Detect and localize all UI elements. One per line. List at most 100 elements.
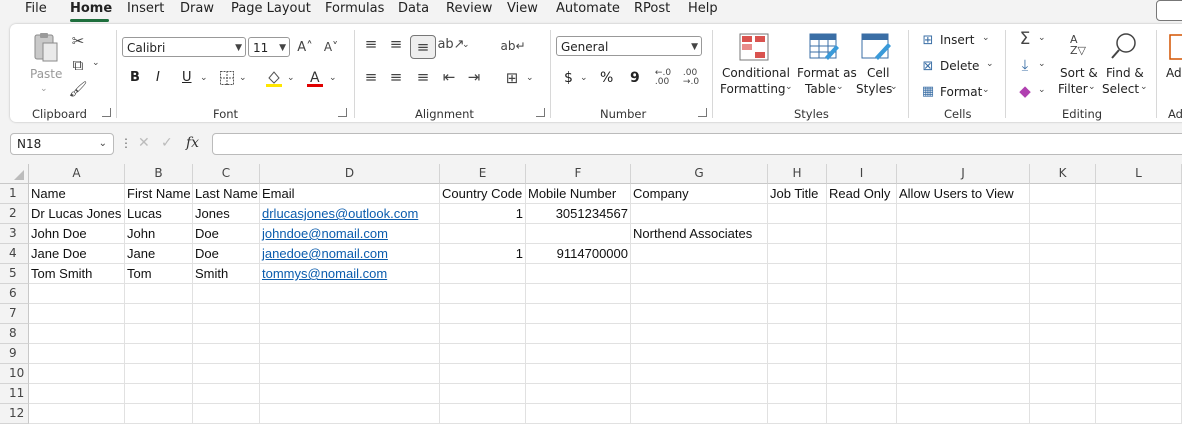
row-header-1[interactable]: 1: [0, 184, 29, 204]
column-header-l[interactable]: L: [1096, 164, 1182, 184]
add-ins-button[interactable]: Ad: [1166, 65, 1182, 81]
sort-filter-dropdown-icon[interactable]: ⌄: [1088, 82, 1096, 92]
select-all-button[interactable]: [0, 164, 29, 184]
cell-j11[interactable]: [897, 384, 1030, 404]
cell-i4[interactable]: [827, 244, 897, 264]
cell-l12[interactable]: [1096, 404, 1182, 424]
cell-a7[interactable]: [29, 304, 125, 324]
cell-e12[interactable]: [440, 404, 526, 424]
cell-i11[interactable]: [827, 384, 897, 404]
menu-review[interactable]: Review: [446, 1, 492, 16]
find-select-label-1[interactable]: Find &: [1106, 65, 1144, 81]
font-launcher-icon[interactable]: [338, 108, 347, 117]
menu-data[interactable]: Data: [398, 1, 429, 16]
column-header-d[interactable]: D: [260, 164, 440, 184]
format-cells-icon[interactable]: ▦: [920, 83, 936, 99]
increase-decimal-icon[interactable]: ←.0.00: [652, 68, 674, 88]
cell-h7[interactable]: [768, 304, 827, 324]
copy-icon[interactable]: ⧉: [68, 56, 88, 74]
cell-f3[interactable]: [526, 224, 631, 244]
cell-i12[interactable]: [827, 404, 897, 424]
cell-b12[interactable]: [125, 404, 193, 424]
insert-cells-dropdown-icon[interactable]: ⌄: [982, 33, 990, 43]
cell-a12[interactable]: [29, 404, 125, 424]
cell-i7[interactable]: [827, 304, 897, 324]
cell-k3[interactable]: [1030, 224, 1096, 244]
menu-help[interactable]: Help: [688, 1, 718, 16]
increase-indent-icon[interactable]: ⇥: [465, 68, 483, 86]
decrease-font-icon[interactable]: A˅: [322, 38, 340, 56]
cell-j2[interactable]: [897, 204, 1030, 224]
increase-font-icon[interactable]: A˄: [296, 38, 314, 56]
orientation-icon[interactable]: ab↗: [437, 36, 464, 52]
comma-button[interactable]: 9: [630, 70, 640, 86]
cell-f6[interactable]: [526, 284, 631, 304]
cell-h12[interactable]: [768, 404, 827, 424]
name-box[interactable]: N18 ⌄: [10, 133, 114, 155]
cell-k10[interactable]: [1030, 364, 1096, 384]
comments-button[interactable]: [1156, 0, 1182, 21]
cell-k7[interactable]: [1030, 304, 1096, 324]
cell-l11[interactable]: [1096, 384, 1182, 404]
borders-dropdown-icon[interactable]: ⌄: [239, 73, 247, 83]
cell-styles-dropdown-icon[interactable]: ⌄: [890, 82, 898, 92]
cell-e3[interactable]: [440, 224, 526, 244]
add-ins-icon[interactable]: [1168, 32, 1182, 62]
insert-cells-button[interactable]: Insert: [940, 32, 974, 48]
delete-cells-dropdown-icon[interactable]: ⌄: [986, 59, 994, 69]
cell-c6[interactable]: [193, 284, 260, 304]
insert-function-button[interactable]: fx: [186, 135, 199, 151]
currency-button[interactable]: $: [564, 70, 573, 86]
cell-c11[interactable]: [193, 384, 260, 404]
fill-color-icon[interactable]: [264, 68, 284, 88]
cell-l6[interactable]: [1096, 284, 1182, 304]
row-header-6[interactable]: 6: [0, 284, 29, 304]
cell-f5[interactable]: [526, 264, 631, 284]
cell-g4[interactable]: [631, 244, 768, 264]
cell-j9[interactable]: [897, 344, 1030, 364]
menu-home[interactable]: Home: [70, 1, 112, 16]
format-cells-dropdown-icon[interactable]: ⌄: [982, 85, 990, 95]
cell-i10[interactable]: [827, 364, 897, 384]
cell-f9[interactable]: [526, 344, 631, 364]
column-header-e[interactable]: E: [440, 164, 526, 184]
cell-b10[interactable]: [125, 364, 193, 384]
number-format-select[interactable]: General ▼: [556, 36, 702, 56]
cell-j12[interactable]: [897, 404, 1030, 424]
cut-icon[interactable]: ✂: [68, 32, 88, 50]
clear-dropdown-icon[interactable]: ⌄: [1038, 85, 1046, 95]
cell-a8[interactable]: [29, 324, 125, 344]
row-header-10[interactable]: 10: [0, 364, 29, 384]
find-select-label-2[interactable]: Select: [1102, 81, 1139, 97]
cell-g2[interactable]: [631, 204, 768, 224]
merge-dropdown-icon[interactable]: ⌄: [526, 73, 534, 83]
fill-color-dropdown-icon[interactable]: ⌄: [287, 73, 295, 83]
cell-a11[interactable]: [29, 384, 125, 404]
column-header-b[interactable]: B: [125, 164, 193, 184]
insert-cells-icon[interactable]: ⊞: [920, 32, 936, 48]
cell-d8[interactable]: [260, 324, 440, 344]
cell-l4[interactable]: [1096, 244, 1182, 264]
formula-bar-options-icon[interactable]: ⋮: [120, 136, 132, 150]
cell-d10[interactable]: [260, 364, 440, 384]
cell-f12[interactable]: [526, 404, 631, 424]
cell-i2[interactable]: [827, 204, 897, 224]
italic-button[interactable]: I: [156, 70, 160, 86]
cell-styles-label-2[interactable]: Styles: [856, 81, 892, 97]
cell-e7[interactable]: [440, 304, 526, 324]
cell-b6[interactable]: [125, 284, 193, 304]
cell-k8[interactable]: [1030, 324, 1096, 344]
align-middle-icon[interactable]: ≡: [387, 35, 405, 53]
column-header-i[interactable]: I: [827, 164, 897, 184]
row-header-5[interactable]: 5: [0, 264, 29, 284]
cell-g11[interactable]: [631, 384, 768, 404]
column-header-k[interactable]: K: [1030, 164, 1096, 184]
font-size-select[interactable]: 11 ▼: [248, 37, 290, 57]
sort-filter-label-1[interactable]: Sort &: [1060, 65, 1098, 81]
cell-k11[interactable]: [1030, 384, 1096, 404]
menu-rpost[interactable]: RPost: [634, 1, 670, 16]
delete-cells-button[interactable]: Delete: [940, 58, 979, 74]
sort-filter-icon[interactable]: A Z▽: [1062, 30, 1094, 60]
cell-k4[interactable]: [1030, 244, 1096, 264]
cell-l3[interactable]: [1096, 224, 1182, 244]
